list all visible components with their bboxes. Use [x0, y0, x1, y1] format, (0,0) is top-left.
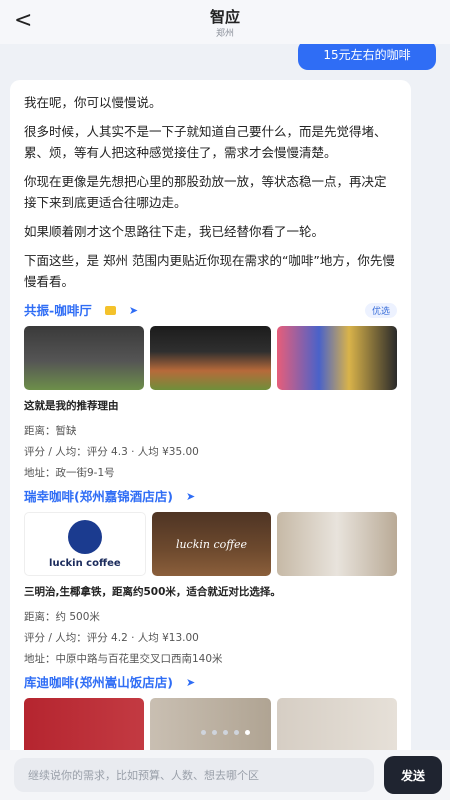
address-text: 地址：中原中路与百花里交叉口西南140米 — [24, 653, 223, 665]
place-header: 瑞幸咖啡(郑州嘉锦酒店店) ➤ — [24, 486, 397, 508]
recommend-reason: 三明治,生椰拿铁，距离约500米，适合就近对比选择。 — [24, 586, 281, 598]
address-text: 地址：政一街9-1号 — [24, 467, 115, 479]
place-photo[interactable]: luckin coffee — [24, 512, 146, 576]
place-name[interactable]: 瑞幸咖啡(郑州嘉锦酒店店) — [24, 489, 173, 504]
page-dot — [211, 730, 217, 735]
page-dot — [233, 730, 239, 735]
distance-text: 距离：约 500米 — [24, 611, 100, 623]
brand-logo-text: luckin coffee — [49, 557, 121, 569]
place-header: 共振-咖啡厅 ➤ 优选 — [24, 300, 397, 322]
place-header: 库迪咖啡(郑州嵩山饭店店) ➤ — [24, 672, 397, 694]
place-photo[interactable] — [276, 698, 397, 750]
rating-text: 评分 / 人均：评分 4.3 · 人均 ¥35.00 — [24, 446, 199, 458]
place-name[interactable]: 共振-咖啡厅 — [24, 303, 92, 318]
tag-icon — [104, 306, 116, 315]
place-card[interactable]: 共振-咖啡厅 ➤ 优选 这就是我的推荐理由 距离：暂缺 评分 / 人均：评分 4… — [24, 300, 397, 484]
send-button[interactable]: 发送 — [384, 756, 442, 794]
place-photo[interactable] — [276, 326, 397, 390]
place-photo[interactable]: luckin coffee — [151, 512, 272, 576]
distance-text: 距离：暂缺 — [24, 425, 77, 437]
recommend-badge: 优选 — [364, 303, 397, 318]
page-dot-active — [244, 730, 250, 735]
storefront-sign-text: luckin coffee — [175, 537, 248, 551]
photo-row: luckin coffee luckin coffee — [24, 512, 398, 576]
reply-paragraph: 下面这些，是 郑州 范围内更贴近你现在需求的“咖啡”地方，你先慢慢看看。 — [24, 253, 395, 289]
recommend-reason: 这就是我的推荐理由 — [24, 400, 119, 412]
page-dot — [200, 730, 206, 735]
assistant-reply-card: 我在呢，你可以慢慢说。 很多时候，人其实不是一下子就知道自己要什么，而是先觉得堵… — [10, 80, 411, 750]
place-photo[interactable] — [24, 698, 145, 750]
message-input[interactable] — [14, 758, 374, 792]
reply-paragraph: 我在呢，你可以慢慢说。 — [24, 95, 162, 110]
page-dot — [222, 730, 228, 735]
reply-paragraph: 很多时候，人其实不是一下子就知道自己要什么，而是先觉得堵、累、烦，等有人把这种感… — [24, 124, 387, 160]
deer-logo-icon — [67, 519, 102, 554]
photo-row — [24, 326, 397, 390]
navigate-icon[interactable]: ➤ — [186, 676, 195, 689]
composer-bar: 发送 — [0, 750, 450, 800]
chat-area[interactable]: 15元左右的咖啡 我在呢，你可以慢慢说。 很多时候，人其实不是一下子就知道自己要… — [0, 44, 450, 750]
app-header: < 智应 郑州 — [0, 0, 450, 44]
page-indicator — [0, 730, 450, 738]
place-photo[interactable] — [24, 326, 145, 390]
reply-paragraph: 你现在更像是先想把心里的那股劲放一放，等状态稳一点，再决定接下来到底更适合往哪边… — [24, 174, 387, 210]
place-card[interactable]: 瑞幸咖啡(郑州嘉锦酒店店) ➤ luckin coffee luckin cof… — [24, 486, 398, 670]
place-card[interactable]: 库迪咖啡(郑州嵩山饭店店) ➤ — [24, 672, 397, 750]
rating-text: 评分 / 人均：评分 4.2 · 人均 ¥13.00 — [24, 632, 199, 644]
photo-row — [24, 698, 397, 750]
user-message-bubble: 15元左右的咖啡 — [298, 44, 436, 70]
city-subtitle: 郑州 — [215, 29, 234, 39]
reply-paragraph: 如果顺着刚才这个思路往下走，我已经替你看了一轮。 — [24, 224, 325, 239]
place-photo[interactable] — [150, 326, 271, 390]
place-photo[interactable] — [277, 512, 398, 576]
page-title: 智应 — [209, 8, 240, 26]
place-name[interactable]: 库迪咖啡(郑州嵩山饭店店) — [24, 675, 173, 690]
place-photo[interactable] — [150, 698, 271, 750]
navigate-icon[interactable]: ➤ — [186, 490, 195, 503]
navigate-icon[interactable]: ➤ — [129, 304, 138, 317]
